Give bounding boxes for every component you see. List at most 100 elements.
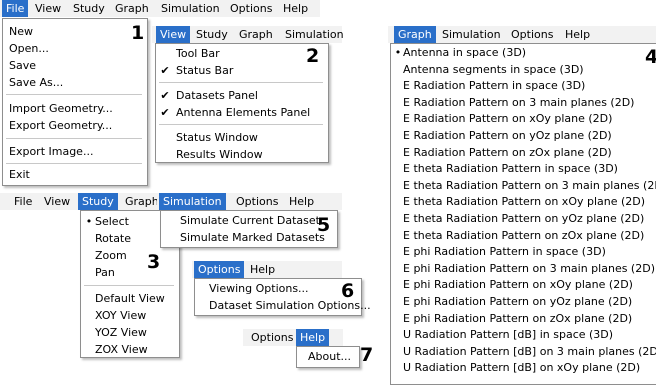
menu-study[interactable]: Study — [192, 26, 232, 43]
graph-menu-item[interactable]: E Radiation Pattern in space (3D) — [403, 78, 585, 94]
menu-graph[interactable]: Graph — [235, 26, 277, 43]
graph-menu-item[interactable]: E theta Radiation Pattern on xOy plane (… — [403, 194, 645, 210]
separator — [159, 82, 323, 83]
menu-item-rotate[interactable]: Rotate — [95, 231, 131, 246]
menu-simulation[interactable]: Simulation — [438, 26, 505, 43]
graph-menu-item[interactable]: E phi Radiation Pattern in space (3D) — [403, 244, 606, 260]
menu-view[interactable]: View — [156, 26, 191, 43]
menu-options[interactable]: Options — [507, 26, 557, 43]
menubar-6: Options Help — [192, 261, 342, 278]
menu-simulation[interactable]: Simulation — [281, 26, 348, 43]
menu-item-tool-bar[interactable]: Tool Bar — [176, 46, 220, 61]
menubar-2: View Study Graph Simulation — [152, 26, 344, 43]
menubar-7: Options Help — [243, 329, 343, 346]
graph-menu-item[interactable]: Antenna in space (3D) — [403, 45, 526, 61]
menu-options[interactable]: Options — [194, 261, 245, 278]
callout-number-1: 1 — [131, 22, 145, 44]
view-menu-dropdown: Tool Bar ✔ Status Bar ✔ Datasets Panel ✔… — [155, 43, 329, 163]
menu-help[interactable]: Help — [561, 26, 594, 43]
menu-help[interactable]: Help — [246, 261, 279, 278]
menu-options[interactable]: Options — [226, 0, 276, 17]
graph-menu-item[interactable]: Antenna segments in space (3D) — [403, 62, 584, 78]
menu-item-pan[interactable]: Pan — [95, 265, 115, 280]
graph-menu-dropdown: • Antenna in space (3D) Antenna segments … — [390, 43, 656, 385]
checkmark-icon: ✔ — [160, 89, 170, 102]
graph-menu-item[interactable]: U Radiation Pattern [dB] in space (3D) — [403, 327, 613, 343]
menu-graph[interactable]: Graph — [111, 0, 153, 17]
menu-item-status-window[interactable]: Status Window — [176, 130, 258, 145]
menu-study[interactable]: Study — [69, 0, 109, 17]
menu-item-viewing-options[interactable]: Viewing Options... — [209, 281, 309, 296]
menu-item-export-geometry[interactable]: Export Geometry... — [9, 118, 112, 133]
menu-item-xoy-view[interactable]: XOY View — [95, 308, 146, 323]
graph-menu-item[interactable]: E phi Radiation Pattern on 3 main planes… — [403, 261, 655, 277]
bullet-icon: • — [85, 215, 93, 228]
menu-item-results-window[interactable]: Results Window — [176, 147, 263, 162]
menu-item-new[interactable]: New — [9, 24, 33, 39]
graph-menu-item[interactable]: U Radiation Pattern [dB] on xOy plane (2… — [403, 360, 640, 376]
callout-number-2: 2 — [306, 45, 320, 67]
graph-menu-item[interactable]: E phi Radiation Pattern on zOx plane (2D… — [403, 311, 632, 327]
menu-item-status-bar[interactable]: Status Bar — [176, 63, 233, 78]
callout-number-7: 7 — [360, 344, 374, 366]
menu-help[interactable]: Help — [296, 329, 330, 346]
separator — [6, 94, 142, 95]
options-menu-dropdown: Viewing Options... Dataset Simulation Op… — [194, 278, 371, 316]
separator — [6, 163, 142, 164]
menubar-4: Graph Simulation Options Help — [388, 26, 656, 43]
menu-item-save-as[interactable]: Save As... — [9, 75, 63, 90]
menu-simulation[interactable]: Simulation — [159, 193, 226, 210]
graph-menu-item[interactable]: E Radiation Pattern on yOz plane (2D) — [403, 128, 612, 144]
menu-options[interactable]: Options — [232, 193, 282, 210]
file-menu-dropdown: New Open... Save Save As... Import Geome… — [2, 18, 148, 186]
menu-help[interactable]: Help — [285, 193, 318, 210]
separator — [159, 124, 323, 125]
menu-item-zox-view[interactable]: ZOX View — [95, 342, 148, 357]
menu-item-export-image[interactable]: Export Image... — [9, 144, 93, 159]
graph-menu-item[interactable]: E phi Radiation Pattern on xOy plane (2D… — [403, 277, 633, 293]
menu-item-simulate-marked-datasets[interactable]: Simulate Marked Datasets — [180, 230, 325, 245]
menu-options[interactable]: Options — [247, 329, 297, 346]
menu-item-datasets-panel[interactable]: Datasets Panel — [176, 88, 258, 103]
menubar-3: File View Study Graph — [0, 193, 162, 210]
menu-item-exit[interactable]: Exit — [9, 167, 30, 182]
graph-menu-item[interactable]: E phi Radiation Pattern on yOz plane (2D… — [403, 294, 632, 310]
menu-item-default-view[interactable]: Default View — [95, 291, 165, 306]
separator — [6, 138, 142, 139]
menu-simulation[interactable]: Simulation — [157, 0, 224, 17]
menu-item-zoom[interactable]: Zoom — [95, 248, 127, 263]
menu-file[interactable]: File — [10, 193, 36, 210]
menu-file[interactable]: File — [2, 0, 29, 17]
graph-menu-item[interactable]: E theta Radiation Pattern on yOz plane (… — [403, 211, 644, 227]
callout-number-3: 3 — [147, 251, 161, 273]
menu-view[interactable]: View — [40, 193, 74, 210]
graph-menu-item[interactable]: E Radiation Pattern on 3 main planes (2D… — [403, 95, 634, 111]
graph-menu-item[interactable]: E theta Radiation Pattern on zOx plane (… — [403, 228, 644, 244]
bullet-icon: • — [394, 46, 402, 59]
menu-item-save[interactable]: Save — [9, 58, 36, 73]
checkmark-icon: ✔ — [160, 64, 170, 77]
menu-item-yoz-view[interactable]: YOZ View — [95, 325, 147, 340]
menu-item-select[interactable]: Select — [95, 214, 129, 229]
menu-item-open[interactable]: Open... — [9, 41, 49, 56]
menu-help[interactable]: Help — [279, 0, 312, 17]
menubar-1: File View Study Graph Simulation Options… — [0, 0, 320, 17]
callout-number-6: 6 — [341, 280, 355, 302]
menubar-5: Simulation Options Help — [157, 193, 342, 210]
menu-item-simulate-current-dataset[interactable]: Simulate Current Dataset — [180, 213, 320, 228]
graph-menu-item[interactable]: E Radiation Pattern on xOy plane (2D) — [403, 111, 612, 127]
separator — [84, 285, 174, 286]
menu-item-antenna-elements-panel[interactable]: Antenna Elements Panel — [176, 105, 310, 120]
callout-number-5: 5 — [317, 214, 331, 236]
menu-graph[interactable]: Graph — [394, 26, 436, 43]
graph-menu-item[interactable]: U Radiation Pattern [dB] on 3 main plane… — [403, 344, 656, 360]
menu-view[interactable]: View — [31, 0, 65, 17]
simulation-menu-dropdown: Simulate Current Dataset Simulate Marked… — [160, 210, 338, 248]
graph-menu-item[interactable]: E theta Radiation Pattern in space (3D) — [403, 161, 618, 177]
checkmark-icon: ✔ — [160, 106, 170, 119]
menu-study[interactable]: Study — [78, 193, 118, 210]
menu-item-import-geometry[interactable]: Import Geometry... — [9, 101, 113, 116]
graph-menu-item[interactable]: E Radiation Pattern on zOx plane (2D) — [403, 145, 612, 161]
menu-item-about[interactable]: About... — [308, 349, 351, 364]
graph-menu-item[interactable]: E theta Radiation Pattern on 3 main plan… — [403, 178, 656, 194]
